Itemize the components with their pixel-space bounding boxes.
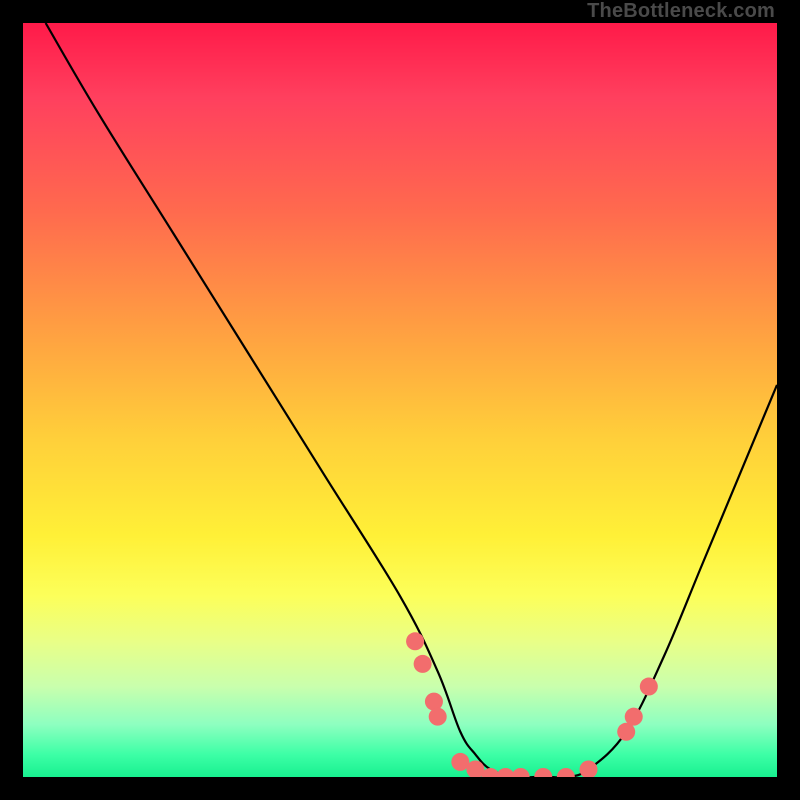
data-marker xyxy=(425,693,443,711)
data-marker xyxy=(414,655,432,673)
chart-frame: TheBottleneck.com xyxy=(0,0,800,800)
marker-layer xyxy=(406,632,658,777)
bottleneck-curve xyxy=(46,23,777,777)
data-marker xyxy=(557,768,575,777)
data-marker xyxy=(512,768,530,777)
data-marker xyxy=(580,760,598,777)
data-marker xyxy=(534,768,552,777)
data-marker xyxy=(406,632,424,650)
watermark-text: TheBottleneck.com xyxy=(587,0,775,23)
plot-area xyxy=(23,23,777,777)
data-marker xyxy=(429,708,447,726)
data-marker xyxy=(640,678,658,696)
curve-layer xyxy=(23,23,777,777)
data-marker xyxy=(625,708,643,726)
